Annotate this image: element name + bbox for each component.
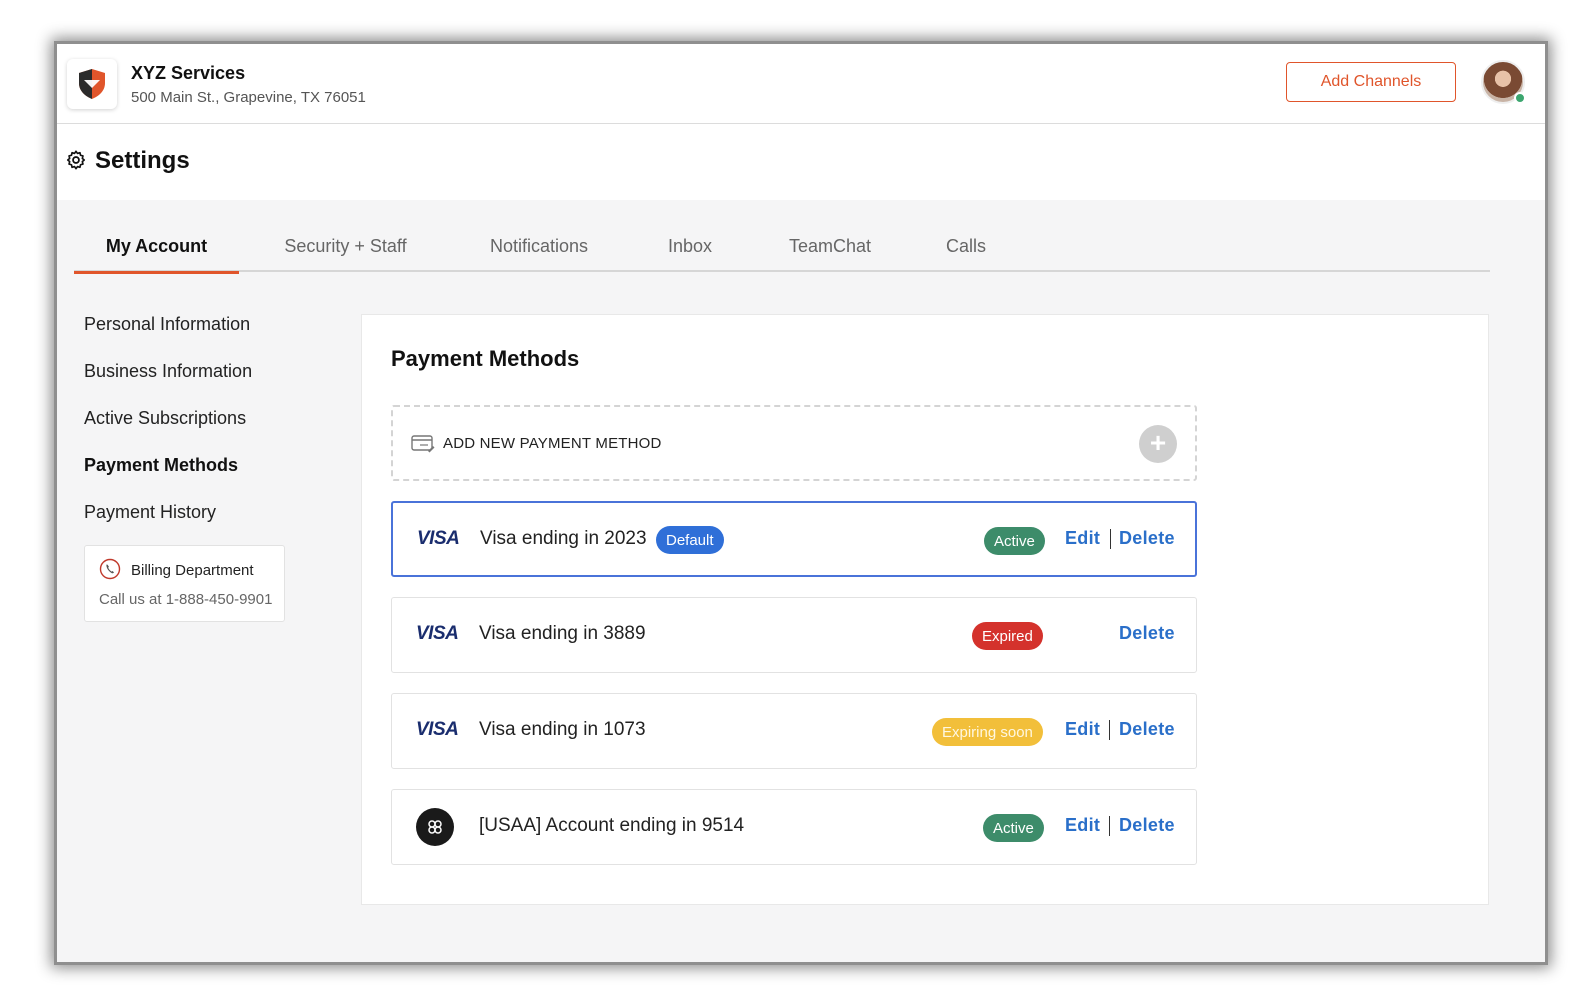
add-channels-button[interactable]: Add Channels [1286,62,1456,102]
business-address: 500 Main St., Grapevine, TX 76051 [131,89,366,106]
payment-method-label: Visa ending in 3889 [479,623,646,644]
default-badge: Default [656,526,724,554]
status-badge: Active [984,527,1045,555]
delete-link[interactable]: Delete [1119,719,1175,740]
link-divider [1109,816,1110,836]
online-status-dot [1514,92,1526,104]
edit-link[interactable]: Edit [1065,719,1100,740]
status-badge: Expiring soon [932,718,1043,746]
sidebar-item-payment-history[interactable]: Payment History [84,502,216,523]
settings-tabs: My Account Security + Staff Notification… [74,232,1490,274]
billing-department-card: Billing Department Call us at 1-888-450-… [84,545,285,622]
visa-logo-icon: VISA [416,719,459,740]
section-title: Payment Methods [391,346,580,371]
phone-icon [99,558,121,580]
payment-method-row[interactable]: VISA Visa ending in 1073 Expiring soon E… [391,693,1197,769]
billing-title: Billing Department [131,562,254,579]
tab-inbox[interactable]: Inbox [662,232,718,272]
tab-my-account[interactable]: My Account [74,232,239,274]
status-badge: Expired [972,622,1043,650]
business-name: XYZ Services [131,63,246,83]
link-divider [1110,529,1111,549]
edit-link[interactable]: Edit [1065,528,1100,549]
gear-icon [66,150,86,170]
sidebar-item-active-subscriptions[interactable]: Active Subscriptions [84,408,246,429]
bank-logo-icon [428,820,442,834]
tab-teamchat[interactable]: TeamChat [780,232,880,272]
delete-link[interactable]: Delete [1119,623,1175,644]
page-title: Settings [95,147,190,174]
visa-logo-icon: VISA [416,623,459,644]
status-badge: Active [983,814,1044,842]
payment-method-label: Visa ending in 1073 [479,719,646,740]
payment-method-row[interactable]: VISA Visa ending in 3889 Expired Delete [391,597,1197,673]
top-bar: XYZ Services 500 Main St., Grapevine, TX… [57,44,1545,124]
sidebar-item-business-information[interactable]: Business Information [84,361,252,382]
app-window: XYZ Services 500 Main St., Grapevine, TX… [57,44,1545,962]
add-payment-method-button[interactable]: ADD NEW PAYMENT METHOD + [391,405,1197,481]
payment-method-row[interactable]: [USAA] Account ending in 9514 Active Edi… [391,789,1197,865]
sidebar-item-personal-information[interactable]: Personal Information [84,314,250,335]
payment-method-label: Visa ending in 2023 [480,528,647,549]
payment-method-row[interactable]: VISA Visa ending in 2023 Default Active … [391,501,1197,577]
sidebar-item-payment-methods[interactable]: Payment Methods [84,455,238,476]
link-divider [1109,720,1110,740]
delete-link[interactable]: Delete [1119,528,1175,549]
bank-icon [416,808,454,846]
tab-calls[interactable]: Calls [941,232,991,272]
business-logo[interactable] [67,59,117,109]
add-new-label: ADD NEW PAYMENT METHOD [443,435,662,452]
shield-logo-icon [79,69,105,99]
billing-phone[interactable]: Call us at 1-888-450-9901 [99,591,272,608]
payment-method-label: [USAA] Account ending in 9514 [479,815,745,836]
tab-security-staff[interactable]: Security + Staff [274,232,417,272]
plus-icon[interactable]: + [1139,425,1177,463]
edit-link[interactable]: Edit [1065,815,1100,836]
settings-header: Settings [57,124,1545,200]
delete-link[interactable]: Delete [1119,815,1175,836]
card-icon [411,435,435,453]
payment-methods-panel: Payment Methods ADD NEW PAYMENT METHOD +… [361,314,1489,905]
visa-logo-icon: VISA [417,528,460,549]
tab-notifications[interactable]: Notifications [474,232,604,272]
